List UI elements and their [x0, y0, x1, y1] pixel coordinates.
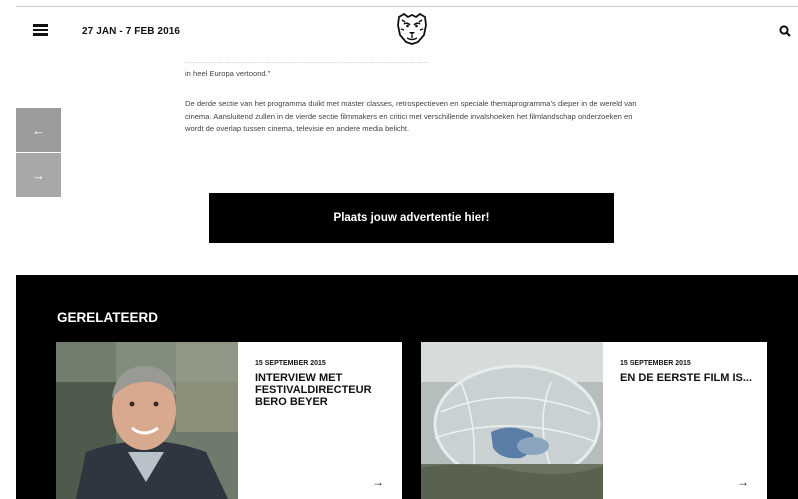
- related-section: GERELATEERD 15 SEPTEMBER 2015 INTERVIEW …: [16, 275, 798, 499]
- related-card[interactable]: 15 SEPTEMBER 2015 EN DE EERSTE FILM IS..…: [421, 342, 767, 499]
- next-arrow-button[interactable]: →: [16, 153, 61, 197]
- film-still-image: [421, 342, 603, 499]
- card-headline[interactable]: INTERVIEW MET FESTIVALDIRECTEUR BERO BEY…: [255, 372, 395, 408]
- related-card[interactable]: 15 SEPTEMBER 2015 INTERVIEW MET FESTIVAL…: [56, 342, 402, 499]
- article-paragraph: De derde sectie van het programma duikt …: [185, 99, 637, 134]
- menu-icon[interactable]: [33, 24, 48, 36]
- card-text: 15 SEPTEMBER 2015 EN DE EERSTE FILM IS..…: [620, 360, 760, 384]
- article-line: in heel Europa vertoond.”: [185, 68, 271, 78]
- director-portrait-image: [56, 342, 238, 499]
- card-headline[interactable]: EN DE EERSTE FILM IS...: [620, 372, 760, 384]
- article-cut-line: ........................................…: [185, 56, 428, 65]
- card-date: 15 SEPTEMBER 2015: [255, 360, 326, 367]
- search-icon[interactable]: [779, 25, 791, 37]
- previous-arrow-button[interactable]: ←: [16, 108, 61, 152]
- festival-dates: 27 JAN - 7 FEB 2016: [82, 26, 181, 37]
- article-body: ........................................…: [185, 55, 645, 136]
- top-bar: 27 JAN - 7 FEB 2016: [16, 6, 798, 53]
- tiger-logo-icon[interactable]: [395, 11, 429, 45]
- card-arrow-icon[interactable]: →: [737, 475, 749, 489]
- advertisement-banner[interactable]: Plaats jouw advertentie hier!: [209, 193, 614, 243]
- related-title: GERELATEERD: [57, 310, 159, 325]
- card-date: 15 SEPTEMBER 2015: [620, 360, 691, 367]
- card-arrow-icon[interactable]: →: [372, 475, 384, 489]
- card-text: 15 SEPTEMBER 2015 INTERVIEW MET FESTIVAL…: [255, 360, 395, 408]
